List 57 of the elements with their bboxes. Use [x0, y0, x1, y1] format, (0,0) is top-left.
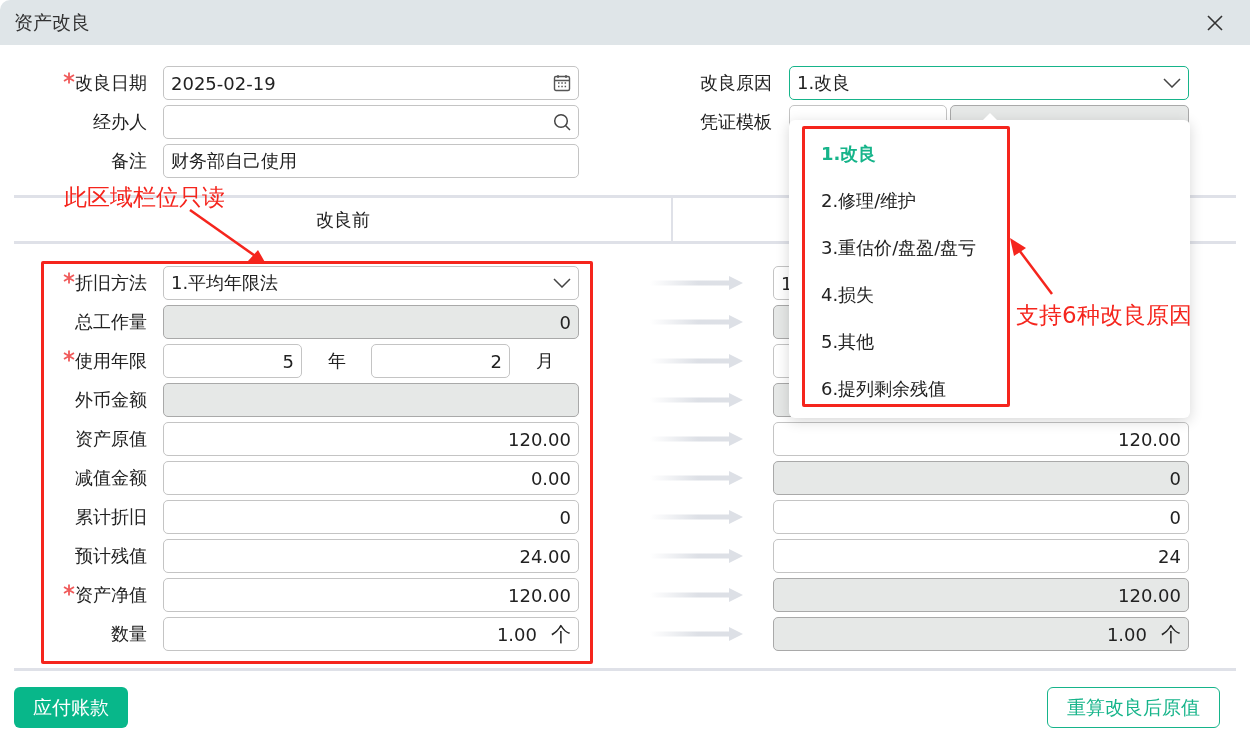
field-label: 改良原因 [700, 71, 772, 95]
field-label: 使用年限 [75, 349, 147, 373]
field-label: 资产原值 [75, 427, 147, 451]
window-title: 资产改良 [14, 9, 90, 35]
field-label: 凭证模板 [700, 110, 772, 134]
value-field[interactable]: 0 [163, 500, 579, 534]
field-label: 改良日期 [75, 71, 147, 95]
months-field[interactable]: 2 [371, 344, 510, 378]
annotation-text: 支持6种改良原因 [1016, 301, 1192, 330]
method-select[interactable]: 1.平均年限法 [163, 266, 579, 300]
field-label: 折旧方法 [75, 271, 147, 295]
field-label: 累计折旧 [75, 505, 147, 529]
value-field[interactable]: 120.00 [163, 578, 579, 612]
value-field[interactable]: 0 [773, 500, 1189, 534]
search-field[interactable] [163, 105, 579, 139]
value-field[interactable]: 0.00 [163, 461, 579, 495]
dropdown-option[interactable]: 3.重估价/盘盈/盘亏 [821, 234, 977, 262]
field-label: 备注 [111, 149, 147, 173]
field-label: 减值金额 [75, 466, 147, 490]
field-label: 外币金额 [75, 388, 147, 412]
field-label: 资产净值 [75, 583, 147, 607]
value-field[interactable]: 120.00 [163, 422, 579, 456]
unit-label: 年 [326, 349, 347, 373]
dropdown-option[interactable]: 2.修理/维护 [821, 187, 917, 215]
close-icon[interactable] [1207, 14, 1223, 31]
value-field[interactable]: 1.00 个 [773, 617, 1189, 651]
annotation-text: 此区域栏位只读 [64, 183, 225, 212]
search-icon[interactable] [553, 113, 571, 131]
value-field[interactable] [163, 383, 579, 417]
value-field[interactable]: 120.00 [773, 422, 1189, 456]
years-field[interactable]: 5 [163, 344, 302, 378]
chevron-down-icon [553, 278, 571, 288]
dropdown-option[interactable]: 5.其他 [821, 328, 875, 356]
asterisk-icon [63, 584, 75, 596]
asterisk-icon [63, 72, 75, 84]
unit-label: 月 [534, 349, 555, 373]
asterisk-icon [63, 350, 75, 362]
asterisk-icon [63, 272, 75, 284]
date-field[interactable]: 2025-02-19 [163, 66, 579, 100]
value-field[interactable]: 0 [163, 305, 579, 339]
field-label: 数量 [111, 622, 147, 646]
value-field[interactable]: 1.00 个 [163, 617, 579, 651]
calendar-icon[interactable] [553, 74, 571, 92]
annotation-arrow [1010, 238, 1053, 295]
column-heading: 改良前 [315, 207, 370, 232]
dropdown-option[interactable]: 4.损失 [821, 281, 875, 309]
value-field[interactable]: 120.00 [773, 578, 1189, 612]
chevron-down-icon [1163, 78, 1181, 88]
value-field[interactable]: 0 [773, 461, 1189, 495]
dropdown-option[interactable]: 6.提列剩余残值 [821, 375, 947, 403]
value-field[interactable]: 24 [773, 539, 1189, 573]
field-label: 经办人 [93, 110, 147, 134]
field-label: 总工作量 [75, 310, 147, 334]
text-field[interactable]: 财务部自己使用 [163, 144, 579, 178]
value-field[interactable]: 24.00 [163, 539, 579, 573]
reason-select[interactable]: 1.改良 [789, 66, 1189, 100]
field-label: 预计残值 [75, 544, 147, 568]
